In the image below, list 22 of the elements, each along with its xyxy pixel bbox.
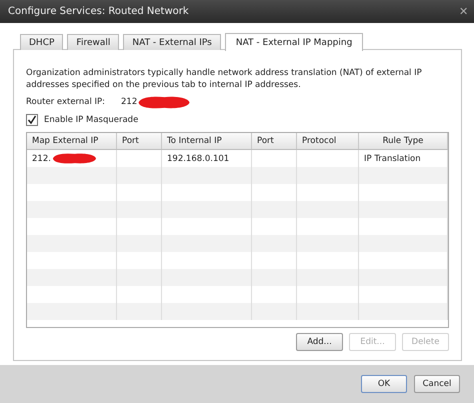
close-button[interactable]: ✕ [459,5,468,18]
description-text: Organization administrators typically handle network address translation (NAT) of external IP addresses specified on the previous tab to internal IP addresses. [26,67,423,91]
tab[interactable]: NAT - External IPs [123,34,221,50]
checkbox[interactable] [26,114,38,126]
window-title: Configure Services: Routed Network [8,6,189,17]
checkbox-label: Enable IP Masquerade [44,115,138,125]
redaction-mark [136,96,192,108]
tab[interactable]: NAT - External IP Mapping [224,33,364,51]
column-header[interactable]: Protocol [296,133,358,150]
column-header[interactable]: Rule Type [358,133,448,150]
ip-value: 212 [121,97,138,107]
dialog-button[interactable]: Cancel [414,375,460,393]
column-header[interactable]: Map External IP [27,133,116,150]
column-header[interactable]: Port [252,133,296,150]
dialog-button[interactable]: OK [361,375,407,393]
tab[interactable]: DHCP [20,34,64,50]
tab[interactable]: Firewall [67,34,120,50]
column-header[interactable]: To Internal IP [162,133,252,150]
field-label: Router external IP: [26,97,106,107]
table-button[interactable]: Add... [296,333,343,351]
table-cell: 212. [32,154,51,164]
column-header[interactable]: Port [116,133,162,150]
